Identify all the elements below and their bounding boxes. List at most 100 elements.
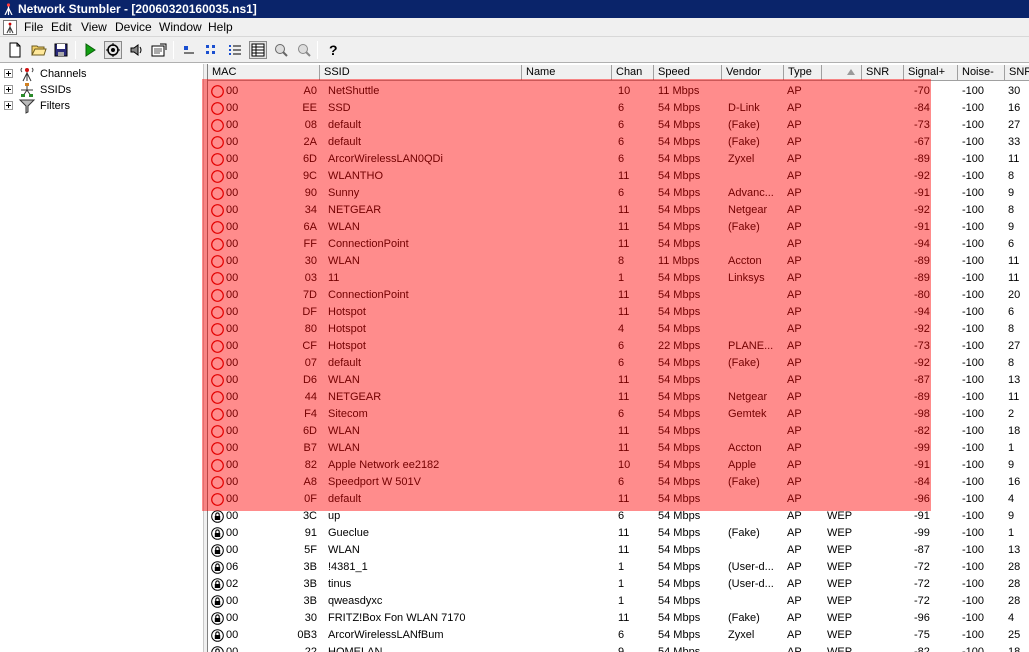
cell-snr: 28 (1008, 595, 1021, 607)
tree-item-ssids[interactable]: SSIDs (0, 82, 200, 98)
table-row[interactable]: 00 5F WLAN 11 54 Mbps AP WEP -87 -100 13 (208, 542, 1029, 559)
table-row[interactable]: 00 6D ArcorWirelessLAN0QDi 6 54 Mbps Zyxel AP -… (208, 151, 1029, 168)
cell-type: AP (787, 255, 802, 267)
table-row[interactable]: 00 90 Sunny 6 54 Mbps Advanc... AP -91 -100 9 (208, 185, 1029, 202)
cell-mac-tail: 03 (304, 272, 317, 284)
cell-vendor (728, 542, 782, 559)
cell-mac: 00 (226, 119, 239, 131)
new-file-icon[interactable] (6, 41, 24, 59)
table-row[interactable]: 00 44 NETGEAR 11 54 Mbps Netgear AP -89 -100 11 (208, 389, 1029, 406)
column-name[interactable]: Name (522, 65, 612, 81)
tree-item-channels[interactable]: Channels (0, 66, 200, 82)
encrypted-lock-icon (211, 544, 224, 557)
column-signal[interactable]: Signal+ (904, 65, 958, 81)
open-network-icon (211, 442, 224, 455)
menu-view[interactable]: View (81, 20, 107, 35)
zoom-in-icon[interactable] (272, 41, 290, 59)
table-row[interactable]: 00 FF ConnectionPoint 11 54 Mbps AP -94 -100 6 (208, 236, 1029, 253)
play-icon[interactable] (81, 41, 99, 59)
table-row[interactable]: 00 22 HOMELAN 9 54 Mbps AP WEP -82 -100 18 (208, 644, 1029, 652)
column-snr[interactable]: SNR (862, 65, 904, 81)
document-antenna-icon[interactable] (3, 20, 17, 35)
menu-edit[interactable]: Edit (51, 20, 72, 35)
column-snr-2[interactable]: SNR (1005, 65, 1029, 81)
table-row[interactable]: 00 07 default 6 54 Mbps (Fake) AP -92 -100 8 (208, 355, 1029, 372)
cell-vendor: (Fake) (728, 476, 760, 488)
expand-icon[interactable] (4, 101, 13, 110)
table-row[interactable]: 00 6D WLAN 11 54 Mbps AP -82 -100 18 (208, 423, 1029, 440)
cell-mac: 00 (226, 187, 239, 199)
table-row[interactable]: 00 91 Gueclue 11 54 Mbps (Fake) AP WEP -99 -100 1 (208, 525, 1029, 542)
tree-item-filters[interactable]: Filters (0, 98, 200, 114)
table-row[interactable]: 00 0B3 ArcorWirelessLANfBum 6 54 Mbps Zyxel AP… (208, 627, 1029, 644)
large-icons-icon[interactable] (180, 41, 198, 59)
menu-file[interactable]: File (24, 20, 43, 35)
table-row[interactable]: 00 F4 Sitecom 6 54 Mbps Gemtek AP -98 -100 2 (208, 406, 1029, 423)
cell-snr: 2 (1008, 408, 1015, 420)
small-icons-icon[interactable] (203, 41, 221, 59)
column-speed[interactable]: Speed (654, 65, 722, 81)
column-vendor[interactable]: Vendor (722, 65, 784, 81)
cell-type: AP (787, 136, 802, 148)
table-row[interactable]: 00 DF Hotspot 11 54 Mbps AP -94 -100 6 (208, 304, 1029, 321)
table-row[interactable]: 06 3B !4381_1 1 54 Mbps (User-d... AP WEP -72 -10… (208, 559, 1029, 576)
cell-enc (827, 168, 861, 185)
cell-snr: 13 (1008, 374, 1021, 386)
properties-icon[interactable] (150, 41, 168, 59)
table-row[interactable]: 00 3C up 6 54 Mbps AP WEP -91 -100 9 (208, 508, 1029, 525)
column-type[interactable]: Type (784, 65, 822, 81)
table-row[interactable]: 00 34 NETGEAR 11 54 Mbps Netgear AP -92 -100 8 (208, 202, 1029, 219)
cell-speed: 54 Mbps (658, 425, 701, 437)
cell-noise: -100 (962, 289, 985, 301)
help-icon[interactable]: ? (324, 41, 342, 59)
zoom-out-icon[interactable] (295, 41, 313, 59)
column-noise[interactable]: Noise- (958, 65, 1005, 81)
table-row[interactable]: 00 2A default 6 54 Mbps (Fake) AP -67 -100 33 (208, 134, 1029, 151)
cell-chan: 6 (618, 408, 625, 420)
column-chan[interactable]: Chan (612, 65, 654, 81)
details-icon[interactable] (249, 41, 267, 59)
table-row[interactable]: 00 0F default 11 54 Mbps AP -96 -100 4 (208, 491, 1029, 508)
list-icon[interactable] (226, 41, 244, 59)
table-row[interactable]: 00 A0 NetShuttle 10 11 Mbps AP -70 -100 30 (208, 83, 1029, 100)
table-row[interactable]: 02 3B tinus 1 54 Mbps (User-d... AP WEP -72 -100 2… (208, 576, 1029, 593)
column-mac[interactable]: MAC (208, 65, 320, 81)
table-row[interactable]: 00 A8 Speedport W 501V 6 54 Mbps (Fake) AP -84 -… (208, 474, 1029, 491)
auto-config-icon[interactable] (104, 41, 122, 59)
menu-help[interactable]: Help (208, 20, 233, 35)
cell-speed: 54 Mbps (658, 578, 701, 590)
cell-enc: WEP (827, 629, 853, 641)
cell-mac-tail: A8 (303, 476, 317, 488)
cell-mac: 00 (226, 425, 239, 437)
table-row[interactable]: 00 80 Hotspot 4 54 Mbps AP -92 -100 8 (208, 321, 1029, 338)
table-row[interactable]: 00 82 Apple Network ee2182 10 54 Mbps Apple AP… (208, 457, 1029, 474)
table-row[interactable]: 00 B7 WLAN 11 54 Mbps Accton AP -99 -100 1 (208, 440, 1029, 457)
table-row[interactable]: 00 7D ConnectionPoint 11 54 Mbps AP -80 -100 20 (208, 287, 1029, 304)
table-row[interactable]: 00 9C WLANTHO 11 54 Mbps AP -92 -100 8 (208, 168, 1029, 185)
table-row[interactable]: 00 30 FRITZ!Box Fon WLAN 7170 11 54 Mbps (Fak… (208, 610, 1029, 627)
table-row[interactable]: 00 3B qweasdyxc 1 54 Mbps AP WEP -72 -100 28 (208, 593, 1029, 610)
open-folder-icon[interactable] (30, 41, 48, 59)
table-row[interactable]: 00 CF Hotspot 6 22 Mbps PLANE... AP -73 -100 27 (208, 338, 1029, 355)
table-row[interactable]: 00 6A WLAN 11 54 Mbps (Fake) AP -91 -100 9 (208, 219, 1029, 236)
cell-signal: -96 (914, 612, 930, 624)
table-row[interactable]: 00 D6 WLAN 11 54 Mbps AP -87 -100 13 (208, 372, 1029, 389)
expand-icon[interactable] (4, 69, 13, 78)
speaker-icon[interactable] (128, 41, 146, 59)
menu-window[interactable]: Window (159, 20, 202, 35)
table-row[interactable]: 00 30 WLAN 8 11 Mbps Accton AP -89 -100 11 (208, 253, 1029, 270)
cell-speed: 54 Mbps (658, 136, 701, 148)
cell-chan: 11 (618, 221, 630, 233)
table-row[interactable]: 00 EE SSD 6 54 Mbps D-Link AP -84 -100 16 (208, 100, 1029, 117)
cell-vendor (728, 593, 782, 610)
column-ssid[interactable]: SSID (320, 65, 522, 81)
cell-vendor: Accton (728, 255, 762, 267)
menu-bar: File Edit View Device Window Help (0, 18, 1029, 37)
table-row[interactable]: 00 08 default 6 54 Mbps (Fake) AP -73 -100 27 (208, 117, 1029, 134)
table-row[interactable]: 00 03 11 1 54 Mbps Linksys AP -89 -100 11 (208, 270, 1029, 287)
cell-mac-tail: 7D (302, 289, 317, 301)
save-icon[interactable] (52, 41, 70, 59)
column-encryption[interactable] (822, 65, 862, 81)
expand-icon[interactable] (4, 85, 13, 94)
menu-device[interactable]: Device (115, 20, 152, 35)
